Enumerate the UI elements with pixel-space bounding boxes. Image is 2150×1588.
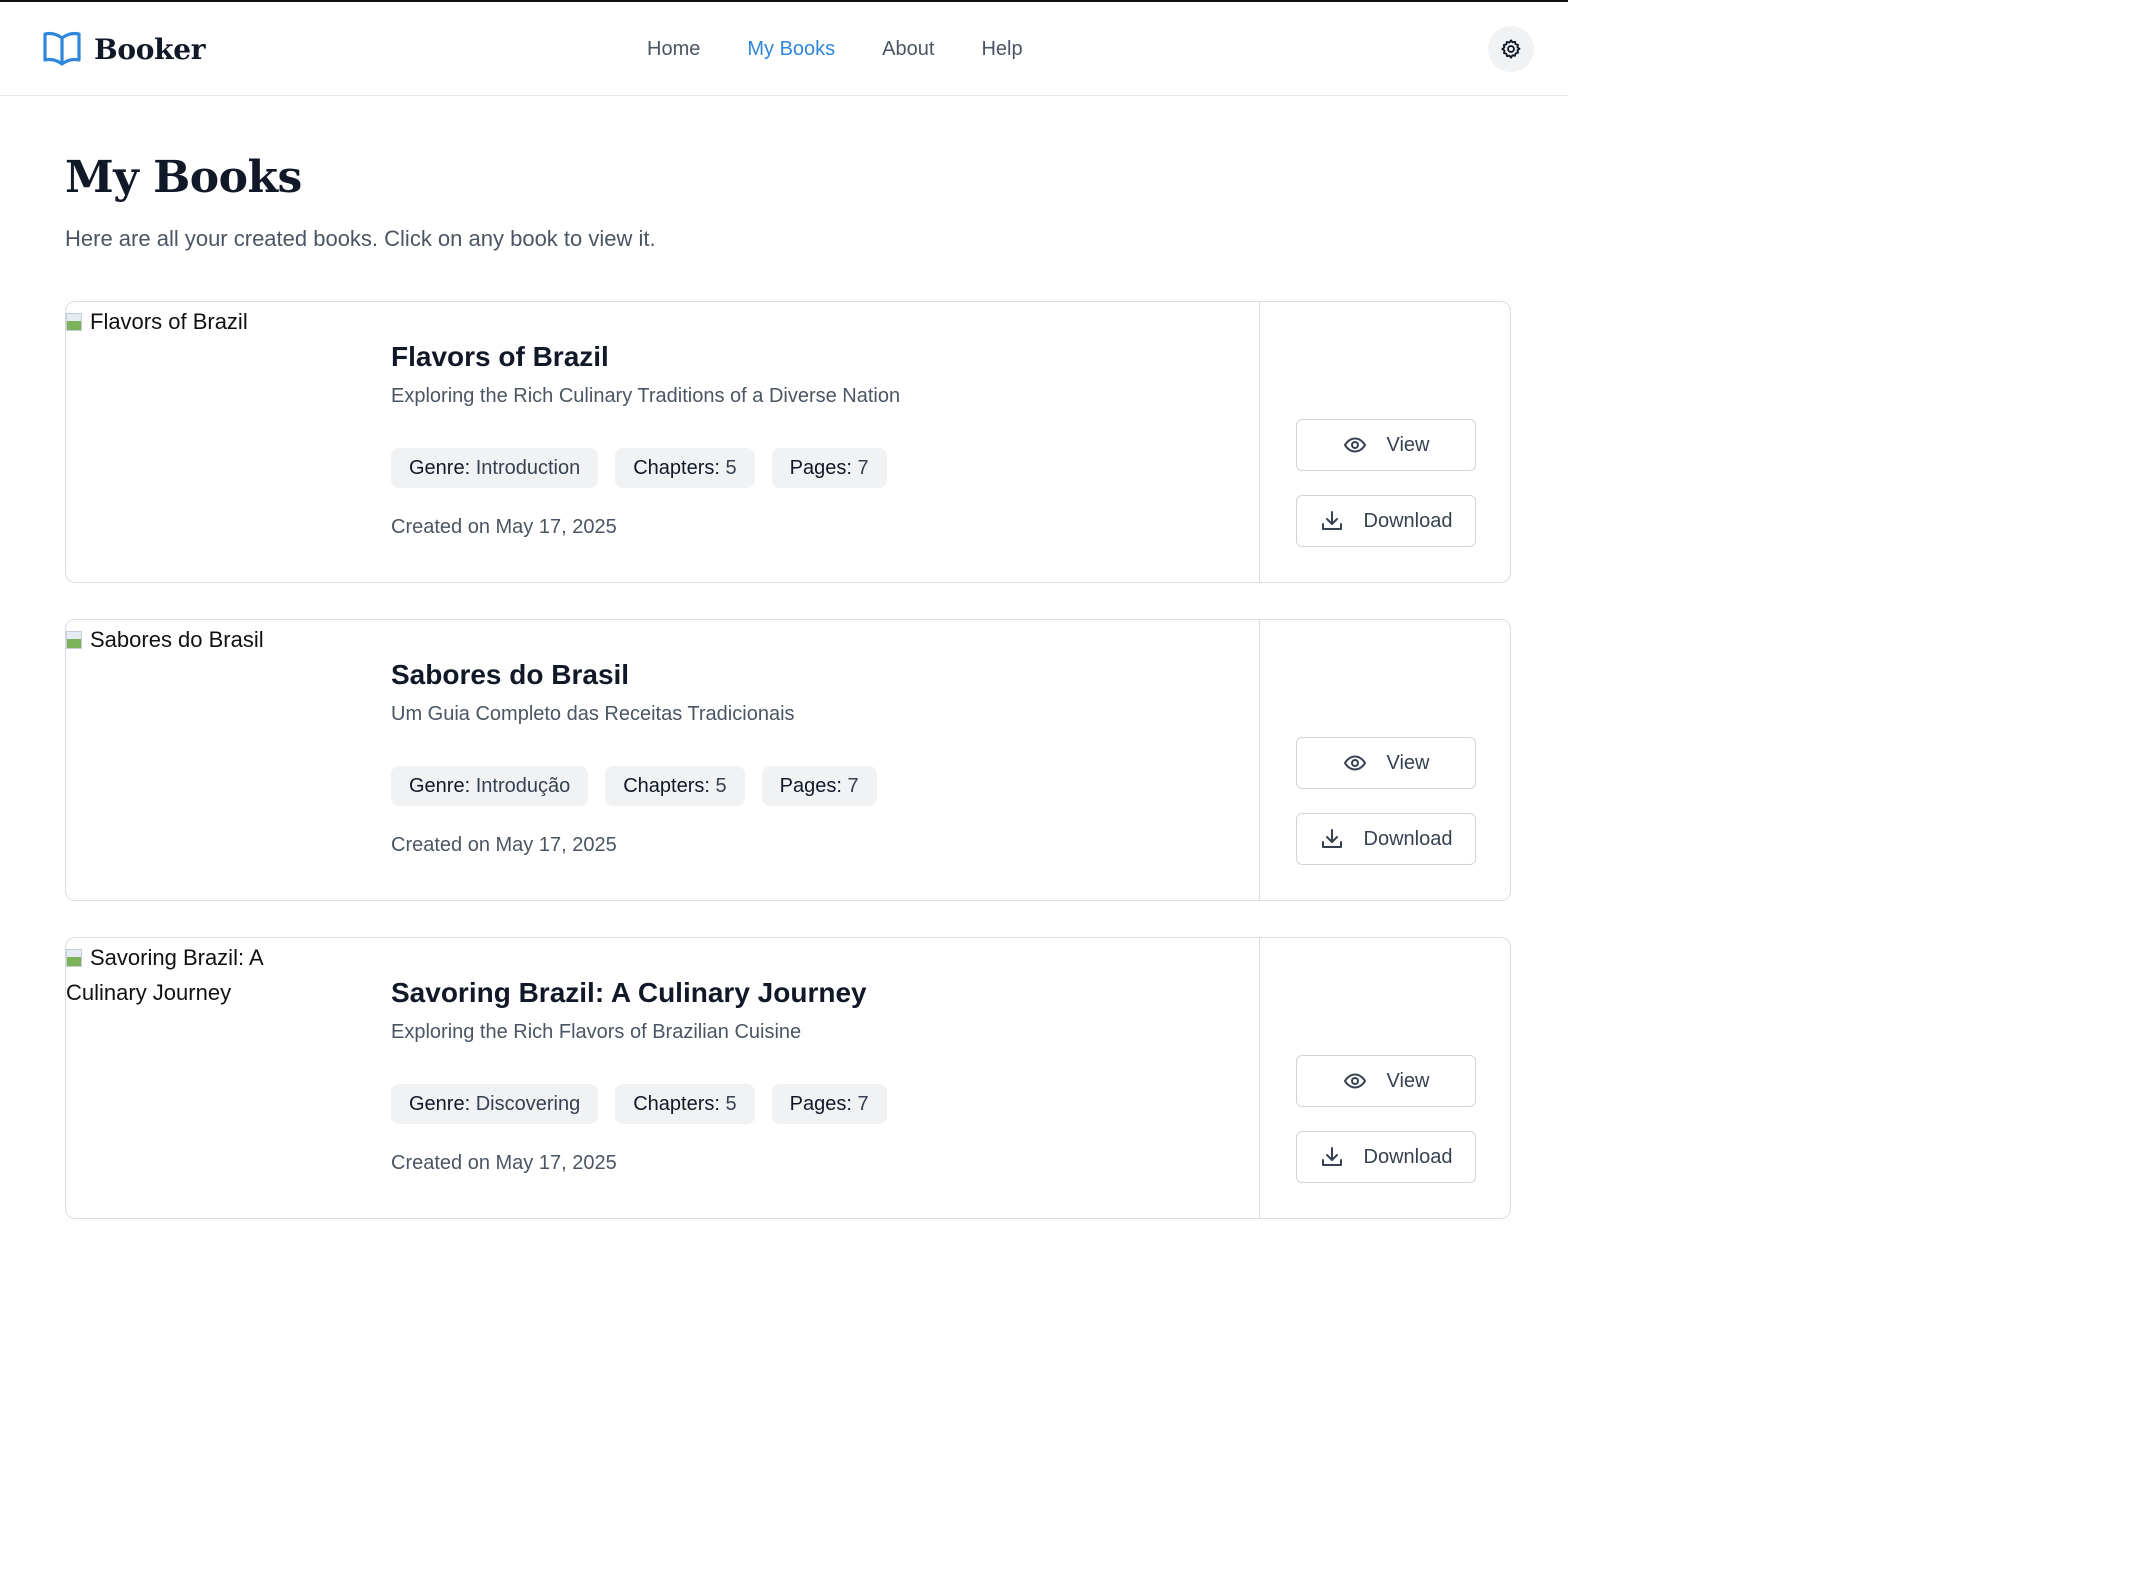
broken-image-icon (66, 313, 82, 331)
broken-image-icon (66, 949, 82, 967)
pages-tag: Pages: 7 (771, 1084, 887, 1124)
download-label: Download (1363, 827, 1453, 850)
genre-tag: Genre: Introduction (391, 448, 599, 488)
pages-tag: Pages: 7 (761, 766, 877, 806)
chapters-value: 5 (715, 775, 727, 797)
book-subtitle: Exploring the Rich Flavors of Brazilian … (391, 1021, 802, 1043)
genre-label: Genre: (409, 457, 471, 479)
eye-icon (1343, 437, 1366, 453)
book-cover-image[interactable]: Flavors of Brazil (66, 302, 296, 339)
view-button[interactable]: View (1296, 737, 1476, 789)
book-info: Sabores do Brasil Um Guia Completo das R… (391, 656, 1251, 858)
genre-label: Genre: (409, 775, 471, 797)
chapters-value: 5 (725, 1093, 737, 1115)
brand-name: Booker (94, 32, 206, 66)
gear-icon (1501, 39, 1521, 59)
cover-alt-text: Flavors of Brazil (90, 309, 248, 334)
book-tags: Genre: Introdução Chapters: 5 Pages: 7 (391, 766, 1251, 806)
created-date: Created on May 17, 2025 (391, 834, 617, 856)
book-subtitle: Um Guia Completo das Receitas Tradiciona… (391, 703, 795, 725)
view-button[interactable]: View (1296, 419, 1476, 471)
nav-my-books[interactable]: My Books (747, 36, 835, 62)
book-info: Savoring Brazil: A Culinary Journey Expl… (391, 974, 1251, 1176)
view-label: View (1386, 433, 1430, 456)
book-subtitle: Exploring the Rich Culinary Traditions o… (391, 385, 901, 407)
book-card[interactable]: Flavors of Brazil Flavors of Brazil Expl… (65, 301, 1511, 583)
nav-help[interactable]: Help (981, 36, 1022, 62)
brand-logo[interactable]: Booker (42, 30, 205, 68)
download-icon (1321, 829, 1342, 848)
pages-tag: Pages: 7 (771, 448, 887, 488)
main-nav: Home My Books About Help (647, 36, 1070, 62)
chapters-label: Chapters: (633, 457, 720, 479)
genre-value: Introdução (475, 775, 571, 797)
genre-value: Discovering (475, 1093, 581, 1115)
settings-button[interactable] (1488, 26, 1534, 72)
cover-alt-text: Sabores do Brasil (90, 627, 264, 652)
download-label: Download (1363, 509, 1453, 532)
cover-alt-text: Savoring Brazil: A Culinary Journey (66, 945, 263, 1005)
pages-label: Pages: (789, 1093, 852, 1115)
pages-value: 7 (857, 1093, 869, 1115)
download-button[interactable]: Download (1296, 1131, 1476, 1183)
genre-tag: Genre: Discovering (391, 1084, 599, 1124)
pages-label: Pages: (779, 775, 842, 797)
book-card[interactable]: Savoring Brazil: A Culinary Journey Savo… (65, 937, 1511, 1219)
pages-value: 7 (857, 457, 869, 479)
created-date: Created on May 17, 2025 (391, 516, 617, 538)
pages-value: 7 (847, 775, 859, 797)
pages-label: Pages: (789, 457, 852, 479)
chapters-tag: Chapters: 5 (605, 766, 745, 806)
genre-label: Genre: (409, 1093, 471, 1115)
view-label: View (1386, 1069, 1430, 1092)
book-title[interactable]: Sabores do Brasil (391, 656, 1251, 694)
download-button[interactable]: Download (1296, 495, 1476, 547)
book-title[interactable]: Flavors of Brazil (391, 338, 1251, 376)
book-card[interactable]: Sabores do Brasil Sabores do Brasil Um G… (65, 619, 1511, 901)
page-subtitle: Here are all your created books. Click o… (65, 226, 656, 251)
nav-home[interactable]: Home (647, 36, 700, 62)
chapters-label: Chapters: (633, 1093, 720, 1115)
genre-tag: Genre: Introdução (391, 766, 589, 806)
nav-about[interactable]: About (882, 36, 934, 62)
download-icon (1321, 1147, 1342, 1166)
download-button[interactable]: Download (1296, 813, 1476, 865)
chapters-tag: Chapters: 5 (615, 448, 755, 488)
eye-icon (1343, 755, 1366, 771)
book-info: Flavors of Brazil Exploring the Rich Cul… (391, 338, 1251, 540)
book-cover-image[interactable]: Savoring Brazil: A Culinary Journey (66, 938, 296, 1010)
top-navbar: Booker Home My Books About Help (0, 2, 1568, 96)
genre-value: Introduction (475, 457, 581, 479)
book-tags: Genre: Introduction Chapters: 5 Pages: 7 (391, 448, 1251, 488)
view-button[interactable]: View (1296, 1055, 1476, 1107)
book-cover-image[interactable]: Sabores do Brasil (66, 620, 296, 657)
download-icon (1321, 511, 1342, 530)
book-actions: View Download (1259, 938, 1510, 1218)
page-title: My Books (65, 152, 302, 203)
eye-icon (1343, 1073, 1366, 1089)
broken-image-icon (66, 631, 82, 649)
book-actions: View Download (1259, 302, 1510, 582)
book-actions: View Download (1259, 620, 1510, 900)
created-date: Created on May 17, 2025 (391, 1152, 617, 1174)
book-title[interactable]: Savoring Brazil: A Culinary Journey (391, 974, 1251, 1012)
book-tags: Genre: Discovering Chapters: 5 Pages: 7 (391, 1084, 1251, 1124)
view-label: View (1386, 751, 1430, 774)
open-book-icon (43, 31, 81, 66)
download-label: Download (1363, 1145, 1453, 1168)
chapters-label: Chapters: (623, 775, 710, 797)
chapters-value: 5 (725, 457, 737, 479)
chapters-tag: Chapters: 5 (615, 1084, 755, 1124)
